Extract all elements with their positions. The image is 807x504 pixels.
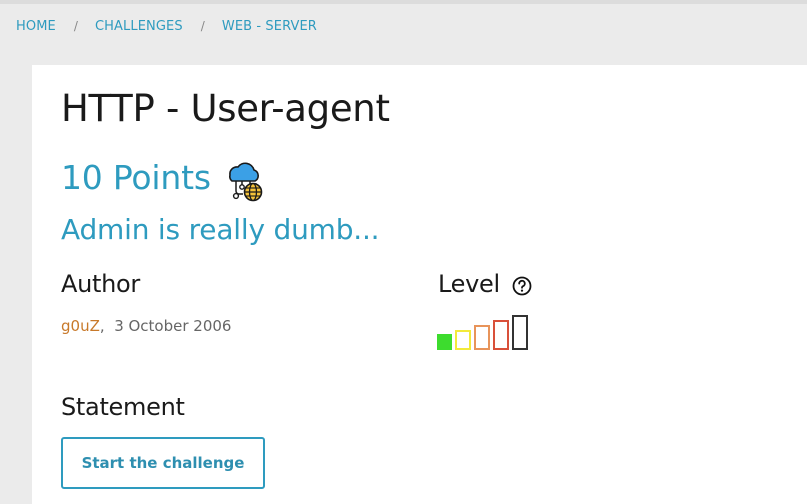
breadcrumb-challenges[interactable]: CHALLENGES (95, 19, 183, 34)
challenge-subtitle: Admin is really dumb... (61, 213, 380, 246)
author-link[interactable]: g0uZ (61, 317, 100, 335)
breadcrumb-separator: / (73, 19, 78, 33)
author-line: g0uZ, 3 October 2006 (61, 317, 231, 335)
breadcrumb: HOME / CHALLENGES / WEB - SERVER (16, 19, 317, 34)
author-heading: Author (61, 270, 141, 298)
level-heading: Level (438, 270, 500, 298)
level-bar-3 (474, 325, 490, 350)
question-circle-icon[interactable] (512, 276, 532, 296)
breadcrumb-home[interactable]: HOME (16, 19, 56, 34)
cloud-network-globe-icon (222, 158, 268, 204)
challenge-card: HTTP - User-agent 10 Points Admin is rea… (32, 65, 807, 504)
start-challenge-button[interactable]: Start the challenge (61, 437, 265, 489)
challenge-points: 10 Points (61, 158, 211, 197)
breadcrumb-web-server[interactable]: WEB - SERVER (222, 19, 317, 34)
challenge-title: HTTP - User-agent (61, 87, 390, 130)
level-bar-5 (512, 315, 528, 350)
publish-date: 3 October 2006 (114, 317, 232, 335)
level-bar-1 (437, 334, 452, 350)
breadcrumb-separator: / (200, 19, 205, 33)
difficulty-level-meter (437, 315, 528, 350)
level-bar-4 (493, 320, 509, 350)
author-separator: , (99, 317, 105, 335)
statement-heading: Statement (61, 393, 185, 421)
top-bar (0, 0, 807, 4)
level-bar-2 (455, 330, 471, 350)
